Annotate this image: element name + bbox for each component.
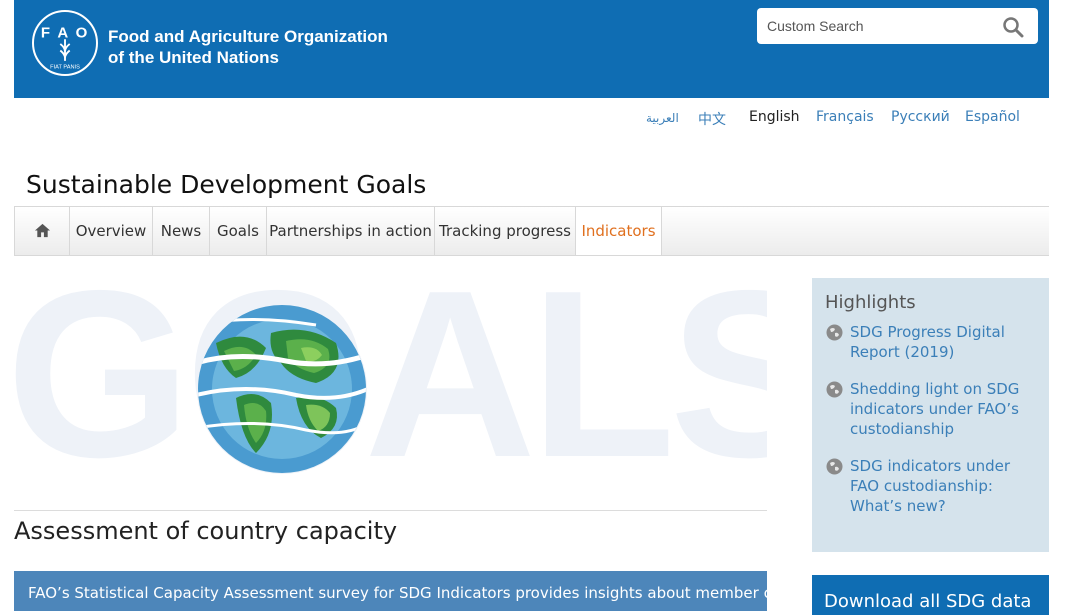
nav-item-overview[interactable]: Overview: [70, 207, 153, 255]
highlight-label: SDG Progress Digital Report (2019): [850, 323, 1005, 361]
section-title: Assessment of country capacity: [14, 517, 398, 545]
fao-logo[interactable]: F A O FIAT PANIS: [32, 10, 98, 76]
nav-item-tracking-progress[interactable]: Tracking progress: [435, 207, 576, 255]
globe-icon: [826, 324, 843, 341]
search-input[interactable]: [767, 8, 992, 44]
nav-item-goals[interactable]: Goals: [210, 207, 267, 255]
highlights-title: Highlights: [825, 292, 916, 313]
section-divider: [14, 510, 767, 511]
hero-goals-word: GOALS: [14, 278, 767, 500]
download-label: Download all SDG data: [824, 591, 1032, 612]
download-sdg-data-button[interactable]: Download all SDG data: [812, 575, 1049, 615]
highlight-link-progress-report[interactable]: SDG Progress Digital Report (2019): [825, 322, 1035, 362]
svg-text:F A O: F A O: [41, 24, 89, 41]
org-name-line-1: Food and Agriculture Organization: [108, 27, 388, 46]
language-switcher: العربية 中文 English Français Русский Espa…: [0, 109, 1067, 129]
globe-icon: [826, 381, 843, 398]
nav-home[interactable]: [14, 207, 70, 255]
globe-illustration: [197, 304, 367, 474]
highlight-label: SDG indicators under FAO custodianship: …: [850, 457, 1011, 515]
nav-item-indicators[interactable]: Indicators: [576, 207, 662, 255]
globe-icon: [826, 458, 843, 475]
site-header: F A O FIAT PANIS Food and Agriculture Or…: [14, 0, 1049, 98]
lang-chinese[interactable]: 中文: [698, 109, 726, 129]
svg-text:FIAT PANIS: FIAT PANIS: [50, 64, 80, 70]
goals-hero-banner: GOALS: [14, 278, 767, 500]
nav-item-news[interactable]: News: [153, 207, 210, 255]
lang-russian[interactable]: Русский: [891, 109, 950, 125]
highlight-link-shedding-light[interactable]: Shedding light on SDG indicators under F…: [825, 379, 1035, 439]
page-title: Sustainable Development Goals: [26, 170, 427, 199]
search-box: [757, 8, 1038, 44]
lang-english[interactable]: English: [749, 109, 800, 125]
search-icon[interactable]: [1002, 16, 1024, 38]
intro-text: FAO’s Statistical Capacity Assessment su…: [28, 584, 767, 602]
main-nav: Overview News Goals Partnerships in acti…: [14, 206, 1049, 256]
highlight-link-whats-new[interactable]: SDG indicators under FAO custodianship: …: [825, 456, 1035, 516]
lang-spanish[interactable]: Español: [965, 109, 1020, 125]
intro-banner: FAO’s Statistical Capacity Assessment su…: [14, 571, 767, 611]
highlights-panel: Highlights SDG Progress Digital Report (…: [812, 278, 1049, 552]
home-icon: [34, 223, 50, 237]
highlight-label: Shedding light on SDG indicators under F…: [850, 380, 1020, 438]
lang-french[interactable]: Français: [816, 109, 874, 125]
lang-arabic[interactable]: العربية: [646, 111, 679, 125]
organization-name[interactable]: Food and Agriculture Organization of the…: [108, 26, 388, 68]
org-name-line-2: of the United Nations: [108, 48, 279, 67]
nav-item-partnerships[interactable]: Partnerships in action: [267, 207, 435, 255]
